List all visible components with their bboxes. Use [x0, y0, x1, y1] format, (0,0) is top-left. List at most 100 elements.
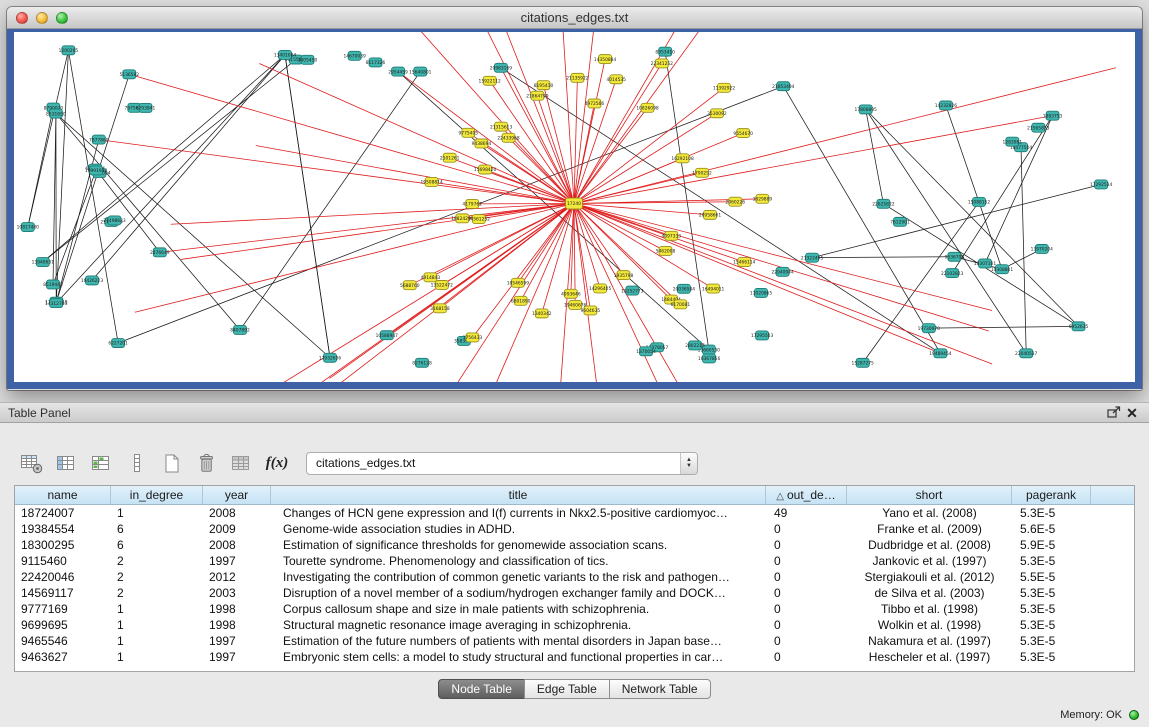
- graph-node[interactable]: 21322495: [801, 253, 824, 262]
- graph-node[interactable]: 13401084: [274, 50, 297, 59]
- table-row[interactable]: 946362711997Embryonic stem cells: a mode…: [15, 649, 1134, 665]
- graph-node[interactable]: 14670039: [343, 51, 366, 60]
- graph-node[interactable]: 8519445: [43, 280, 63, 289]
- graph-node[interactable]: 6227201: [108, 339, 128, 348]
- graph-node[interactable]: 14350884: [594, 55, 617, 64]
- graph-node[interactable]: 19252773: [621, 286, 644, 295]
- graph-node[interactable]: 15466114: [733, 258, 756, 267]
- graph-node[interactable]: 15640801: [409, 67, 432, 76]
- graph-node[interactable]: 11020865: [750, 288, 773, 297]
- graph-node[interactable]: 9554670: [733, 129, 753, 138]
- graph-node[interactable]: 22040537: [1015, 349, 1038, 358]
- graph-node[interactable]: 21135922: [566, 73, 589, 82]
- edit-columns-icon[interactable]: [88, 450, 116, 476]
- graph-node[interactable]: 8195410: [534, 81, 554, 90]
- tab-node-table[interactable]: Node Table: [438, 679, 525, 699]
- graph-node[interactable]: 9438694: [472, 139, 492, 148]
- graph-node[interactable]: 3168158: [430, 304, 450, 313]
- graph-node[interactable]: 3530092: [707, 109, 727, 118]
- show-columns-icon[interactable]: [53, 450, 81, 476]
- table-row[interactable]: 911546021997Tourette syndrome. Phenomeno…: [15, 553, 1134, 569]
- graph-node[interactable]: 2802216: [685, 341, 705, 350]
- function-builder-icon[interactable]: f(x): [263, 450, 291, 476]
- graph-node[interactable]: 2101261: [440, 153, 460, 162]
- graph-node[interactable]: 1340342: [532, 309, 552, 318]
- close-panel-icon[interactable]: ✕: [1123, 405, 1141, 421]
- table-row[interactable]: 1830029562008Estimation of significance …: [15, 537, 1134, 553]
- graph-node[interactable]: 2060226: [726, 197, 746, 206]
- graph-node[interactable]: 14232826: [935, 101, 958, 110]
- graph-node[interactable]: 21853494: [772, 82, 795, 91]
- table-settings-icon[interactable]: [18, 450, 46, 476]
- graph-node[interactable]: 11392922: [713, 83, 736, 92]
- graph-node[interactable]: 13940631: [32, 258, 55, 267]
- graph-node[interactable]: 4014535: [606, 75, 626, 84]
- graph-node[interactable]: 22102823: [941, 269, 964, 278]
- graph-node[interactable]: 10826098: [636, 103, 659, 112]
- table-row[interactable]: 2242004622012Investigating the contribut…: [15, 569, 1134, 585]
- column-header-out-degree[interactable]: △out_de…: [766, 486, 847, 504]
- graph-node[interactable]: 19730970: [918, 324, 941, 333]
- graph-node[interactable]: 1935798: [614, 271, 634, 280]
- graph-node[interactable]: 22341252: [651, 59, 674, 68]
- delete-table-icon[interactable]: [193, 450, 221, 476]
- window-titlebar[interactable]: citations_edges.txt: [7, 7, 1142, 29]
- graph-node[interactable]: 13970204: [1031, 244, 1054, 253]
- new-table-icon[interactable]: [158, 450, 186, 476]
- import-table-icon[interactable]: [228, 450, 256, 476]
- graph-node[interactable]: 4972566: [585, 99, 605, 108]
- graph-node[interactable]: 17295503: [751, 331, 774, 340]
- graph-node[interactable]: 22433968: [497, 133, 520, 142]
- graph-node[interactable]: 16367856: [698, 354, 721, 363]
- column-header-year[interactable]: year: [203, 486, 271, 504]
- table-row[interactable]: 1456911722003Disruption of a novel membe…: [15, 585, 1134, 601]
- graph-node[interactable]: 6801890: [511, 296, 531, 305]
- graph-node[interactable]: 9536706: [945, 252, 965, 261]
- graph-node[interactable]: 10817480: [17, 223, 40, 232]
- graph-node[interactable]: 14296405: [589, 284, 612, 293]
- column-header-name[interactable]: name: [15, 486, 111, 504]
- table-row[interactable]: 1938455462009Genome-wide association stu…: [15, 521, 1134, 537]
- graph-node[interactable]: 5462008: [656, 246, 676, 255]
- table-row[interactable]: 977716911998Corpus callosum shape and si…: [15, 601, 1134, 617]
- rows-icon[interactable]: [123, 450, 151, 476]
- graph-node[interactable]: 16494011: [702, 284, 725, 293]
- graph-node[interactable]: 4179762: [462, 199, 482, 208]
- graph-node[interactable]: 6952635: [1069, 322, 1089, 331]
- table-row[interactable]: 946554611997Estimation of the future num…: [15, 633, 1134, 649]
- combo-stepper-icon[interactable]: ▲▼: [680, 453, 697, 474]
- graph-node[interactable]: 17240: [566, 198, 583, 209]
- table-row[interactable]: 1872400712008Changes of HCN gene express…: [15, 505, 1134, 521]
- graph-node[interactable]: 15922112: [479, 76, 502, 85]
- float-panel-icon[interactable]: [1105, 405, 1123, 421]
- tab-edge-table[interactable]: Edge Table: [524, 679, 610, 699]
- close-window-button[interactable]: [16, 12, 28, 24]
- graph-node[interactable]: 7877865: [89, 135, 109, 144]
- graph-node[interactable]: 20983169: [490, 63, 513, 72]
- graph-node[interactable]: 8276128: [412, 358, 432, 367]
- graph-node[interactable]: 19460676: [564, 300, 587, 309]
- graph-node[interactable]: 17808895: [855, 105, 878, 114]
- graph-node[interactable]: 1883753: [1043, 111, 1063, 120]
- graph-node[interactable]: 18307101: [974, 259, 997, 268]
- graph-node[interactable]: 15698420: [474, 165, 497, 174]
- graph-node[interactable]: 8117326: [366, 58, 386, 67]
- graph-node[interactable]: 4914843: [421, 273, 441, 282]
- graph-node[interactable]: 20036584: [673, 284, 696, 293]
- tab-network-table[interactable]: Network Table: [609, 679, 711, 699]
- graph-node[interactable]: 1756433: [463, 333, 483, 342]
- graph-node[interactable]: 1283081: [1003, 137, 1023, 146]
- graph-node[interactable]: 15287275: [852, 358, 875, 367]
- graph-node[interactable]: 21315613: [490, 122, 513, 131]
- table-selector-combo[interactable]: citations_edges.txt ▲▼: [306, 452, 698, 475]
- graph-node[interactable]: 1200265: [59, 46, 79, 55]
- graph-node[interactable]: 4993646: [561, 289, 581, 298]
- graph-node[interactable]: 2476649: [150, 248, 170, 257]
- graph-node[interactable]: 5136582: [120, 70, 140, 79]
- graph-node[interactable]: 22625822: [872, 199, 895, 208]
- column-header-pagerank[interactable]: pagerank: [1012, 486, 1091, 504]
- graph-node[interactable]: 15088152: [968, 197, 991, 206]
- memory-status-indicator[interactable]: [1129, 710, 1139, 720]
- graph-node[interactable]: 16426223: [81, 276, 104, 285]
- graph-node[interactable]: 17932636: [319, 353, 342, 362]
